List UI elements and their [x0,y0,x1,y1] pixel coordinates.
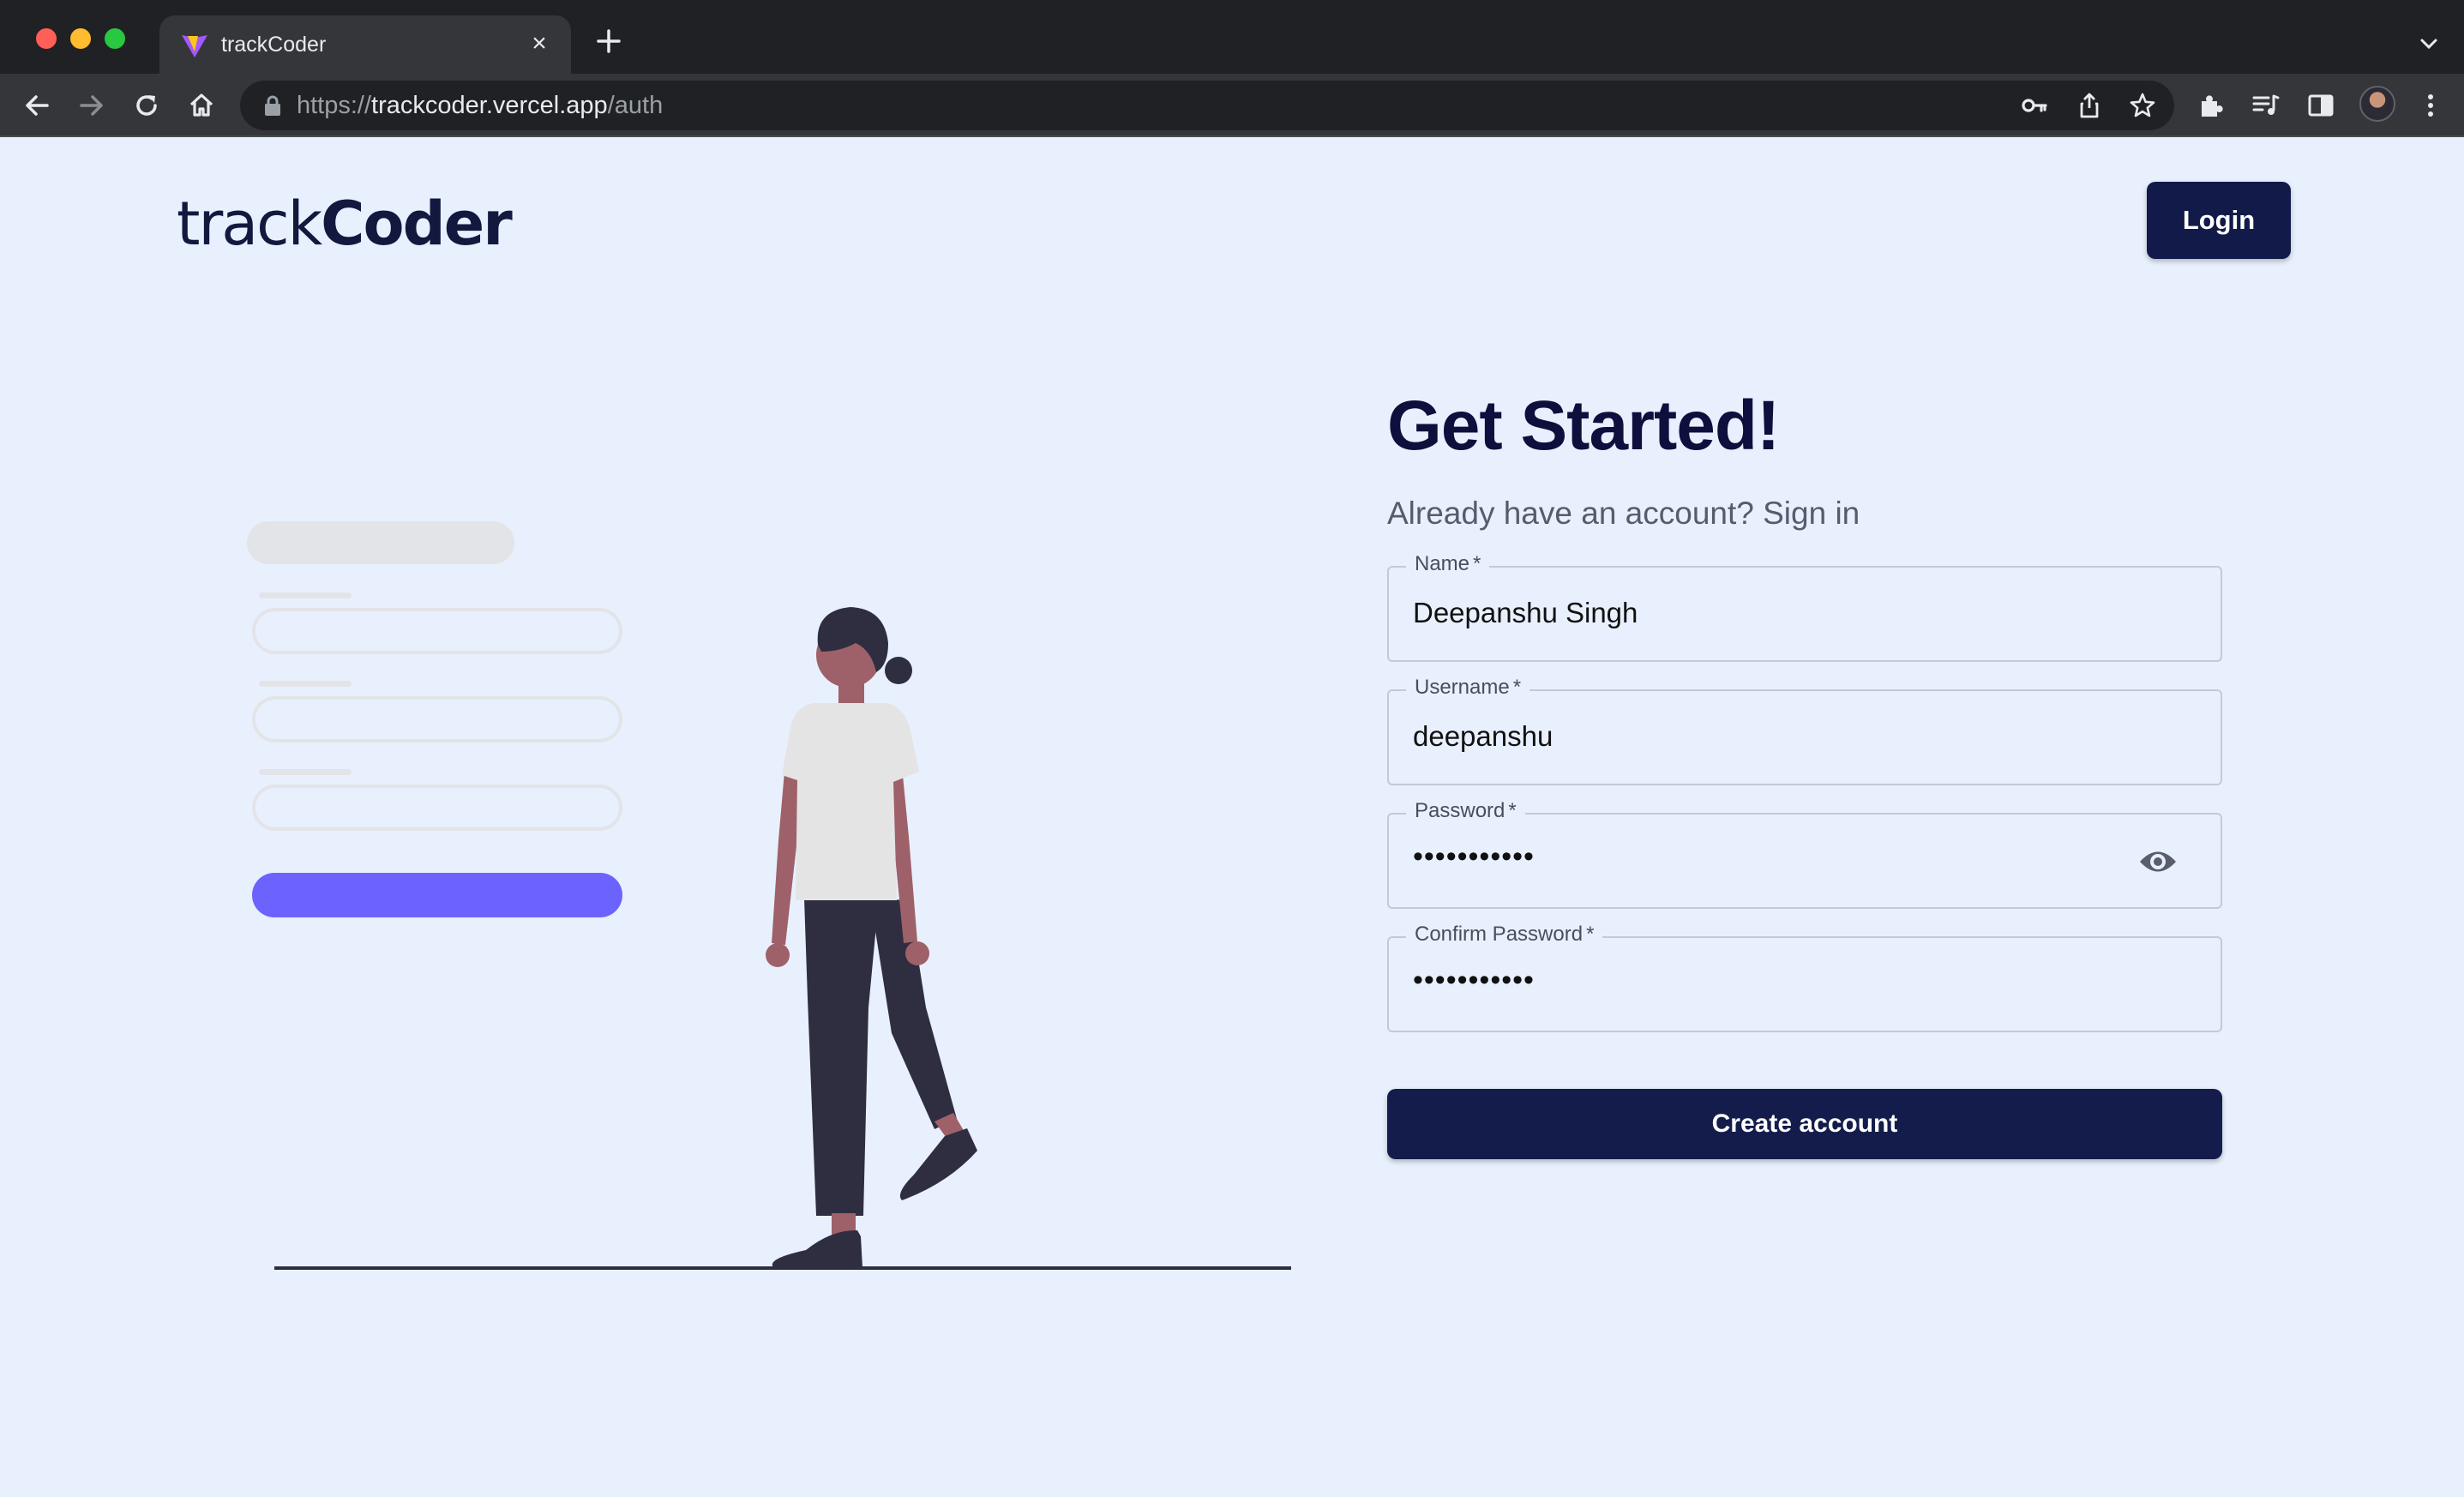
password-field-label: Password * [1406,799,1525,823]
page-title: Get Started! [1387,387,1780,465]
password-field[interactable]: Password * ••••••••••• [1387,799,2222,909]
signup-illustration [247,521,1291,1270]
page: trackCoder Login Get Started! Already ha… [0,137,2464,1497]
close-window-button[interactable] [36,28,57,49]
tab-close-icon[interactable]: × [525,29,554,58]
key-icon[interactable] [2020,91,2049,120]
back-icon[interactable] [21,89,53,122]
woman-figure [766,607,977,1267]
name-field-value[interactable]: Deepanshu Singh [1413,597,1638,629]
name-field-label: Name * [1406,552,1490,576]
confirm-password-field[interactable]: Confirm Password * ••••••••••• [1387,923,2222,1032]
menu-icon[interactable] [2414,89,2447,122]
confirm-password-field-label: Confirm Password * [1406,923,1603,947]
url-text[interactable]: https://trackcoder.vercel.app/auth [297,92,663,120]
extensions-icon[interactable] [2195,89,2227,122]
tab-list-icon[interactable] [2416,31,2442,57]
forward-icon[interactable] [75,89,108,122]
browser-toolbar: https://trackcoder.vercel.app/auth [0,74,2464,137]
username-field-value[interactable]: deepanshu [1413,720,1553,753]
reload-icon[interactable] [130,89,163,122]
form-mockup-graphic [247,521,622,917]
username-field[interactable]: Username * deepanshu [1387,676,2222,785]
media-icon[interactable] [2250,89,2282,122]
tab-title: trackCoder [221,33,327,57]
signin-prompt-link[interactable]: Already have an account? Sign in [1387,496,2222,532]
share-icon[interactable] [2075,91,2104,120]
home-icon[interactable] [185,89,218,122]
name-field[interactable]: Name * Deepanshu Singh [1387,552,2222,662]
browser-tab[interactable]: trackCoder × [159,15,571,74]
browser-tab-strip: trackCoder × [0,0,2464,74]
signup-form: Get Started! Already have an account? Si… [1387,386,2222,1159]
app-logo[interactable]: trackCoder [177,189,513,259]
vite-favicon-icon [182,35,207,57]
lock-icon[interactable] [262,94,283,117]
username-field-label: Username * [1406,676,1530,700]
login-button[interactable]: Login [2147,182,2291,259]
eye-icon[interactable] [2138,847,2178,876]
side-panel-icon[interactable] [2305,89,2337,122]
create-account-button[interactable]: Create account [1387,1089,2222,1159]
minimize-window-button[interactable] [70,28,91,49]
new-tab-icon[interactable] [593,26,624,57]
star-icon[interactable] [2128,91,2157,120]
profile-avatar[interactable] [2359,86,2395,122]
password-field-value[interactable]: ••••••••••• [1413,840,1535,874]
confirm-password-field-value[interactable]: ••••••••••• [1413,964,1535,997]
address-bar[interactable]: https://trackcoder.vercel.app/auth [240,81,2174,130]
maximize-window-button[interactable] [105,28,125,49]
